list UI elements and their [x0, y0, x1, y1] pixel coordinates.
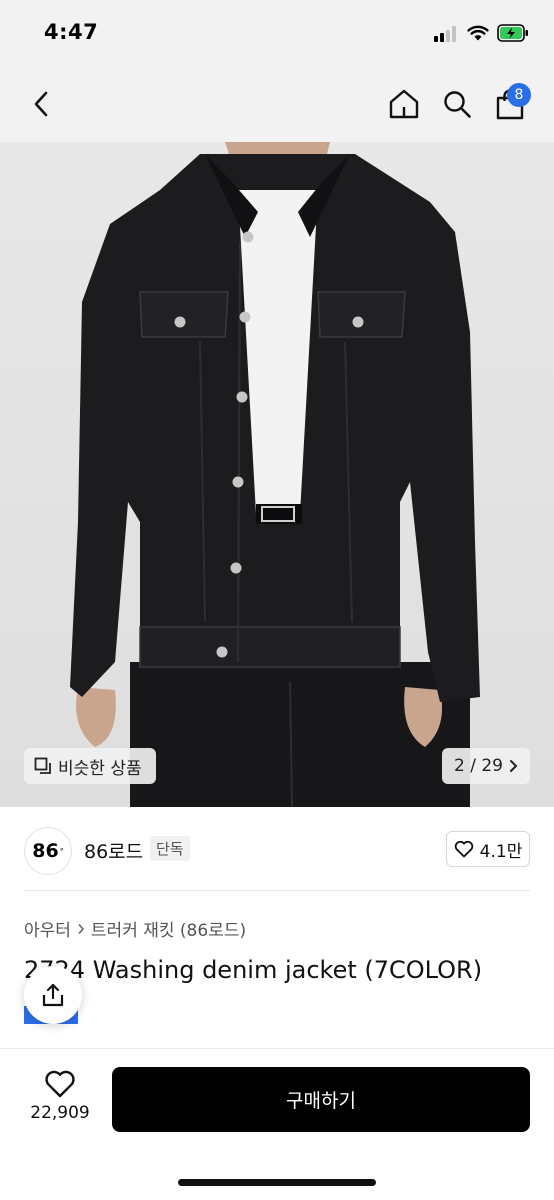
brand-logo-mark: °	[59, 846, 64, 856]
heart-outline-icon	[45, 1070, 75, 1098]
chevron-right-icon	[509, 760, 518, 772]
brand-logo-text: 86	[32, 840, 59, 862]
search-icon	[444, 91, 471, 118]
heart-outline-icon	[454, 840, 473, 858]
breadcrumb: 아우터 트러커 재킷 (86로드)	[24, 916, 246, 941]
similar-items-button[interactable]: 비슷한 상품	[24, 748, 156, 784]
breadcrumb-subcategory[interactable]: 트러커 재킷 (86로드)	[91, 916, 246, 941]
home-icon	[389, 89, 419, 119]
brand-like-count: 4.1만	[479, 841, 523, 862]
home-button[interactable]	[385, 84, 423, 124]
divider	[24, 890, 530, 891]
image-counter-button[interactable]: 2 / 29	[442, 748, 530, 784]
exclusive-badge: 단독	[150, 836, 190, 861]
battery-charging-icon	[497, 24, 528, 42]
product-title: 2724 Washing denim jacket (7COLOR)	[24, 956, 483, 984]
back-chevron-icon	[34, 91, 48, 117]
bottom-action-bar: 22,909 구매하기	[0, 1049, 554, 1200]
chevron-right-icon	[78, 923, 84, 934]
image-counter-label: 2 / 29	[454, 756, 503, 776]
nav-bar	[0, 66, 554, 142]
back-button[interactable]	[24, 84, 60, 124]
similar-items-label: 비슷한 상품	[58, 758, 142, 779]
brand-like-button[interactable]: 4.1만	[446, 831, 530, 867]
wifi-icon	[467, 25, 489, 41]
wishlist-button[interactable]: 22,909	[24, 1069, 96, 1139]
search-button[interactable]	[438, 84, 476, 124]
status-time: 4:47	[44, 20, 99, 44]
share-icon	[42, 983, 64, 1007]
cart-count-badge: 8	[507, 83, 531, 107]
wishlist-count: 22,909	[30, 1103, 90, 1123]
model-jacket-illustration	[70, 142, 480, 807]
breadcrumb-category[interactable]: 아우터	[24, 916, 71, 941]
signal-icon	[434, 26, 460, 42]
share-button[interactable]	[24, 966, 82, 1024]
brand-logo[interactable]: 86 °	[24, 827, 72, 875]
brand-row: 86 ° 86로드 단독 4.1만	[0, 807, 554, 891]
similar-items-icon	[34, 757, 51, 774]
buy-button[interactable]: 구매하기	[112, 1067, 530, 1132]
home-indicator	[178, 1179, 376, 1186]
product-image[interactable]: 비슷한 상품 2 / 29	[0, 142, 554, 807]
status-bar: 4:47	[0, 0, 554, 66]
brand-name[interactable]: 86로드	[84, 837, 143, 864]
